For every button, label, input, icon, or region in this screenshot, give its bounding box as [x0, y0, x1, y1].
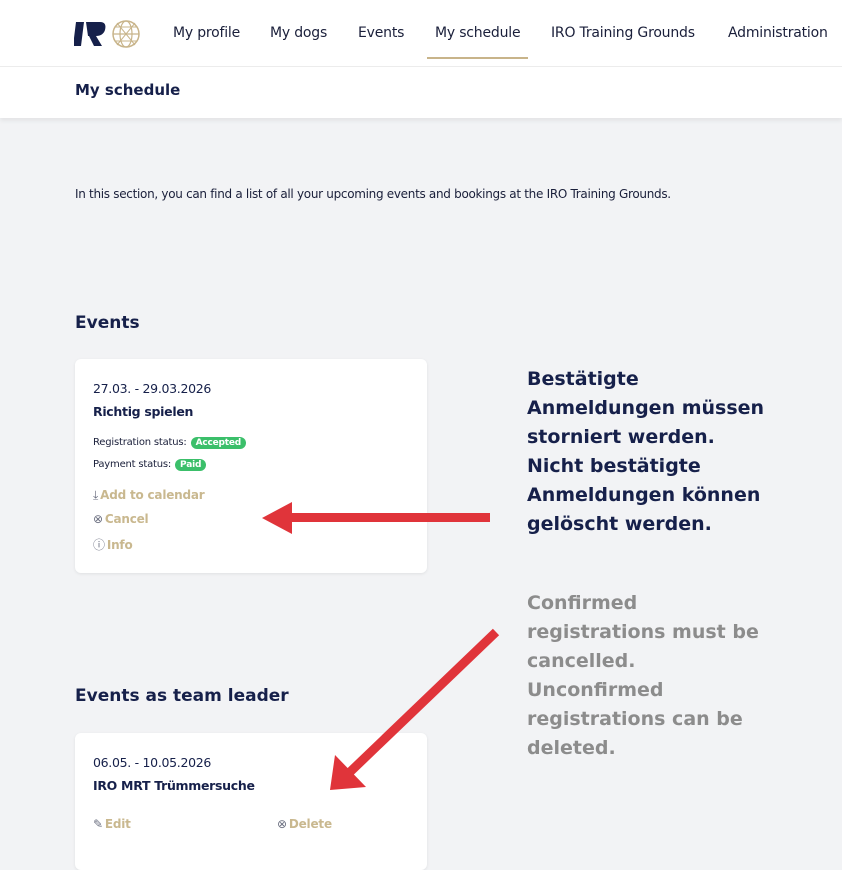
arrow-to-delete — [330, 628, 500, 790]
arrow-to-cancel — [262, 502, 490, 534]
annotation-arrows — [262, 502, 500, 790]
